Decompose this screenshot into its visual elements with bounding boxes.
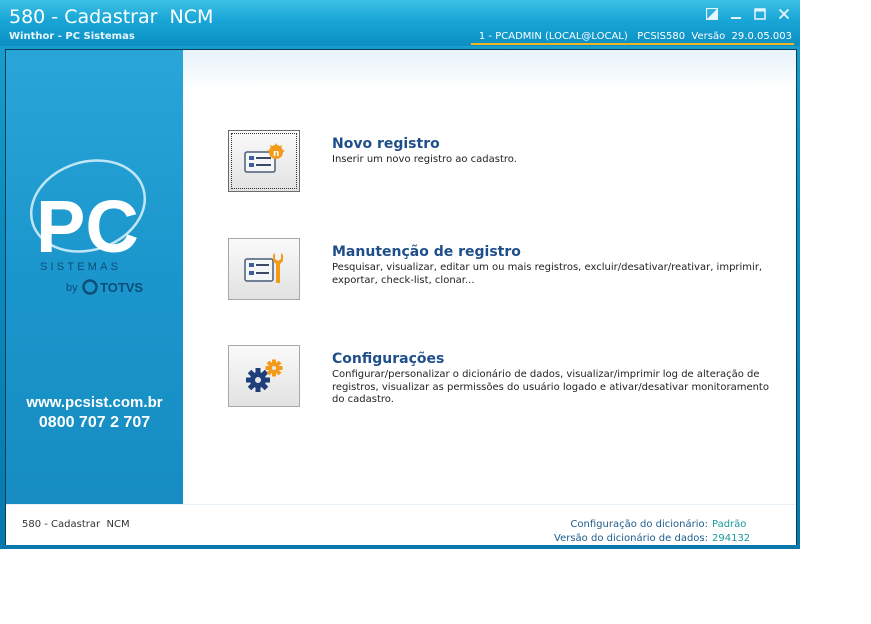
configuracoes-title[interactable]: Configurações [332,351,444,367]
content-header-gradient [183,50,796,90]
manutencao-registro-description: Pesquisar, visualizar, editar um ou mais… [332,262,763,286]
dict-config-value: Padrão [712,519,747,530]
pc-sistemas-logo: PC SISTEMAS by TOTVS [29,159,147,295]
totvs-icon [82,279,98,295]
configuracoes-description: Configurar/personalizar o dicionário de … [332,369,769,405]
window-subtitle: Winthor - PC Sistemas [9,31,135,42]
phone-number: 0800 707 2 707 [38,414,151,431]
client-area: PC SISTEMAS by TOTVS www.pcsist.com.br 0… [5,49,797,545]
gears-icon [246,359,283,392]
logo-by: by [66,282,78,294]
restore-layout-button[interactable] [704,6,720,22]
maximize-icon [754,8,766,20]
maximize-button[interactable] [752,6,768,22]
app-window: 580 - Cadastrar NCM Winthor - PC Sistema… [0,0,800,549]
dict-version-value: 294132 [712,533,751,544]
close-icon [778,8,790,20]
manutencao-registro-title[interactable]: Manutenção de registro [332,244,521,260]
configuracoes-button[interactable] [228,345,300,407]
window-title: 580 - Cadastrar NCM [9,6,214,28]
status-dictionary: Configuração do dicionário: Padrão Versão… [554,518,752,546]
new-record-icon: n [244,143,285,173]
status-routine: 580 - Cadastrar NCM [22,519,130,530]
totvs-text: TOTVS [100,280,143,295]
novo-registro-button[interactable]: n [228,130,300,192]
novo-registro-description: Inserir um novo registro ao cadastro. [332,154,517,165]
manutencao-registro-button[interactable] [228,238,300,300]
layout-icon [706,8,718,20]
dict-version-label: Versão do dicionário de dados: [554,533,708,544]
session-info: 1 - PCADMIN (LOCAL@LOCAL) PCSIS580 Versã… [470,31,794,45]
svg-text:n: n [273,149,279,159]
title-bar[interactable]: 580 - Cadastrar NCM Winthor - PC Sistema… [0,0,800,46]
website-url: www.pcsist.com.br [26,394,163,411]
dict-config-label: Configuração do dicionário: [570,519,708,530]
minimize-button[interactable] [728,6,744,22]
window-controls [704,6,792,22]
close-button[interactable] [776,6,792,22]
logo-subtext: SISTEMAS [40,261,121,273]
brand-panel: PC SISTEMAS by TOTVS www.pcsist.com.br 0… [6,50,183,504]
minimize-icon [731,17,741,19]
logo-text: PC [36,185,139,268]
status-bar: 580 - Cadastrar NCM Configuração do dici… [6,504,796,545]
record-maintenance-icon [244,253,283,283]
novo-registro-title[interactable]: Novo registro [332,136,440,152]
